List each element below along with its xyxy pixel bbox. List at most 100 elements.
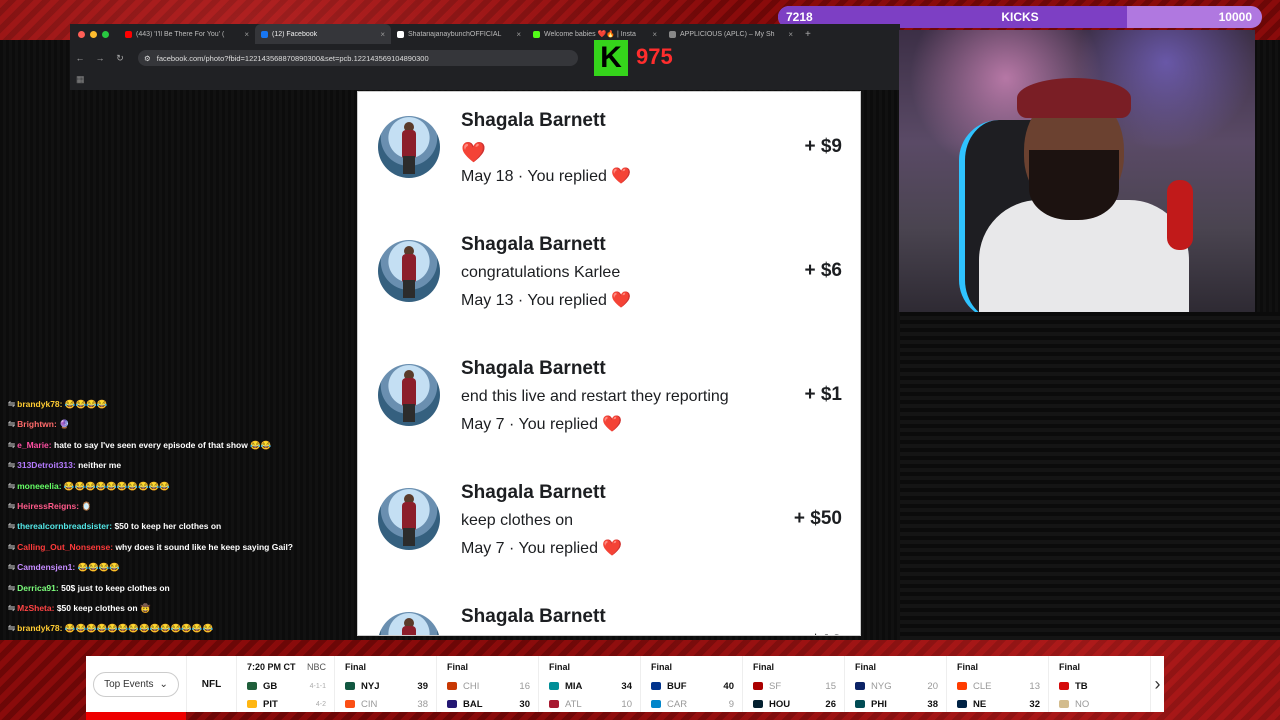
meta-text: May 7 · You replied: [461, 540, 598, 557]
team: CIN: [345, 699, 377, 710]
star-gift-row[interactable]: Shagala Barnett end this live and restart…: [358, 340, 860, 464]
chat-username[interactable]: Calling_Out_Nonsense: [17, 542, 110, 552]
star-amount: + $9: [804, 136, 842, 157]
game-card[interactable]: Final BUF 40 CAR 9: [640, 656, 742, 712]
close-window-button[interactable]: [78, 30, 85, 38]
chat-message: ⇋ HeiressReigns: 🪞: [8, 499, 353, 519]
minimize-window-button[interactable]: [90, 30, 97, 38]
chat-username[interactable]: Derrica91: [17, 583, 56, 593]
game-card[interactable]: Final TB NO: [1048, 656, 1150, 712]
team-logo-icon: [549, 682, 559, 690]
chat-message: ⇋ Derrica91: 50$ just to keep clothes on: [8, 581, 353, 601]
team: MIA: [549, 681, 582, 692]
url-text: facebook.com/photo?fbid=1221435688708903…: [156, 53, 429, 63]
star-gift-row[interactable]: Shagala Barnett congratulations Karlee May…: [358, 216, 860, 340]
follower-count: 975: [636, 44, 673, 69]
avatar[interactable]: [378, 612, 440, 635]
forward-arrow-icon[interactable]: →: [90, 53, 110, 63]
tab-strip: (443) 'I'll Be There For You' (× (12) Fac…: [70, 24, 900, 44]
game-card[interactable]: 7:20 PM CT NBC GB 4-1-1 PIT 4-2: [236, 656, 334, 712]
chat-badge-icon: ⇋: [8, 562, 16, 573]
meta-text: May 13 · You replied: [461, 292, 607, 309]
chat-username[interactable]: e_Marie: [17, 440, 49, 450]
kick-logo: K: [594, 40, 628, 76]
tab-title: (12) Facebook: [272, 30, 318, 38]
sender-name[interactable]: Shagala Barnett: [461, 358, 606, 380]
apps-grid-icon[interactable]: ▦: [76, 74, 85, 85]
tab-close-icon[interactable]: ×: [516, 30, 521, 39]
team-score: 30: [519, 698, 530, 710]
chat-username[interactable]: 313Detroit313: [17, 460, 73, 470]
star-gift-row[interactable]: Shagala Barnett ❤️ May 18 · You replied ❤️…: [358, 92, 860, 216]
star-amount: + $50: [793, 508, 842, 529]
game-status-text: Final: [345, 662, 367, 672]
avatar-figure-shirt: [402, 254, 416, 282]
chat-username[interactable]: HeiressReigns: [17, 501, 76, 511]
maximize-window-button[interactable]: [102, 30, 109, 38]
browser-tab[interactable]: (443) 'I'll Be There For You' (×: [119, 24, 255, 44]
browser-tab[interactable]: (12) Facebook ×: [255, 24, 391, 44]
game-card[interactable]: Final MIA 34 ATL 10: [538, 656, 640, 712]
game-card[interactable]: Final CHI 16 BAL 30: [436, 656, 538, 712]
team-logo-icon: [957, 700, 967, 708]
tab-close-icon[interactable]: ×: [244, 30, 249, 39]
team-abbr: CHI: [463, 680, 480, 692]
chat-username[interactable]: therealcornbreadsister: [17, 521, 109, 531]
chat-username[interactable]: Brightwn: [17, 419, 54, 429]
browser-tab[interactable]: APPLICIOUS (APLC) – My Sh ×: [663, 24, 799, 44]
reply-heart-icon: ❤️: [597, 416, 623, 433]
top-events-section: Top Events ⌄: [86, 656, 186, 712]
team-abbr: NYJ: [361, 680, 380, 692]
chat-username[interactable]: MzSheta: [17, 603, 51, 613]
sender-name[interactable]: Shagala Barnett: [461, 482, 606, 504]
star-gift-row[interactable]: Shagala Barnett keep clothes on May 7 · Yo…: [358, 464, 860, 588]
chat-message: ⇋ Brightwn: 🔮: [8, 417, 353, 437]
team-row: BAL 30: [447, 695, 530, 713]
tab-list: (443) 'I'll Be There For You' (× (12) Fac…: [119, 24, 799, 44]
avatar[interactable]: [378, 240, 440, 302]
site-info-icon[interactable]: ⚙: [144, 54, 151, 63]
tab-close-icon[interactable]: ×: [788, 30, 793, 39]
sender-name[interactable]: Shagala Barnett: [461, 234, 606, 256]
chat-username[interactable]: moneeelia: [17, 481, 59, 491]
team-abbr: HOU: [769, 698, 791, 710]
avatar-figure-legs: [403, 404, 415, 422]
team-score: 39: [417, 680, 428, 692]
facebook-stars-list[interactable]: Shagala Barnett ❤️ May 18 · You replied ❤️…: [357, 91, 861, 636]
kicks-goal: 10000: [1218, 10, 1252, 24]
avatar[interactable]: [378, 364, 440, 426]
team: HOU: [753, 699, 790, 710]
top-events-label: Top Events: [104, 678, 154, 690]
browser-tab[interactable]: ShatariajanaybunchOFFICIAL ×: [391, 24, 527, 44]
team-row: MIA 34: [549, 677, 632, 695]
game-card[interactable]: Final SF 15 HOU 26: [742, 656, 844, 712]
avatar[interactable]: [378, 488, 440, 550]
address-bar[interactable]: ⚙ facebook.com/photo?fbid=12214356887089…: [138, 50, 578, 66]
team-logo-icon: [855, 682, 865, 690]
new-tab-button[interactable]: +: [805, 29, 811, 40]
chevron-right-icon[interactable]: ›: [1150, 656, 1164, 712]
avatar[interactable]: [378, 116, 440, 178]
league-label[interactable]: NFL: [186, 656, 236, 712]
chat-text: 😂😂😂😂😂😂😂😂😂😂: [63, 480, 170, 491]
game-card[interactable]: Final NYJ 39 CIN 38: [334, 656, 436, 712]
browser-window: (443) 'I'll Be There For You' (× (12) Fac…: [70, 24, 900, 90]
top-events-dropdown[interactable]: Top Events ⌄: [93, 671, 179, 697]
chat-username[interactable]: Camdensjen1: [17, 562, 72, 572]
team-abbr: NO: [1075, 698, 1090, 710]
chat-username[interactable]: brandyk78: [17, 623, 60, 633]
sender-name[interactable]: Shagala Barnett: [461, 110, 606, 132]
team-abbr: BUF: [667, 680, 687, 692]
tab-close-icon[interactable]: ×: [652, 30, 657, 39]
tab-close-icon[interactable]: ×: [380, 30, 385, 39]
reload-icon[interactable]: ↻: [110, 53, 130, 64]
team-logo-icon: [549, 700, 559, 708]
chat-username[interactable]: brandyk78: [17, 399, 60, 409]
sender-name[interactable]: Shagala Barnett: [461, 606, 606, 628]
game-card[interactable]: Final NYG 20 PHI 38: [844, 656, 946, 712]
team-abbr: PIT: [263, 698, 278, 710]
game-status-text: Final: [1059, 662, 1081, 672]
star-gift-row[interactable]: Shagala Barnett + $10: [358, 588, 860, 635]
back-arrow-icon[interactable]: ←: [70, 53, 90, 63]
game-card[interactable]: Final CLE 13 NE 32: [946, 656, 1048, 712]
